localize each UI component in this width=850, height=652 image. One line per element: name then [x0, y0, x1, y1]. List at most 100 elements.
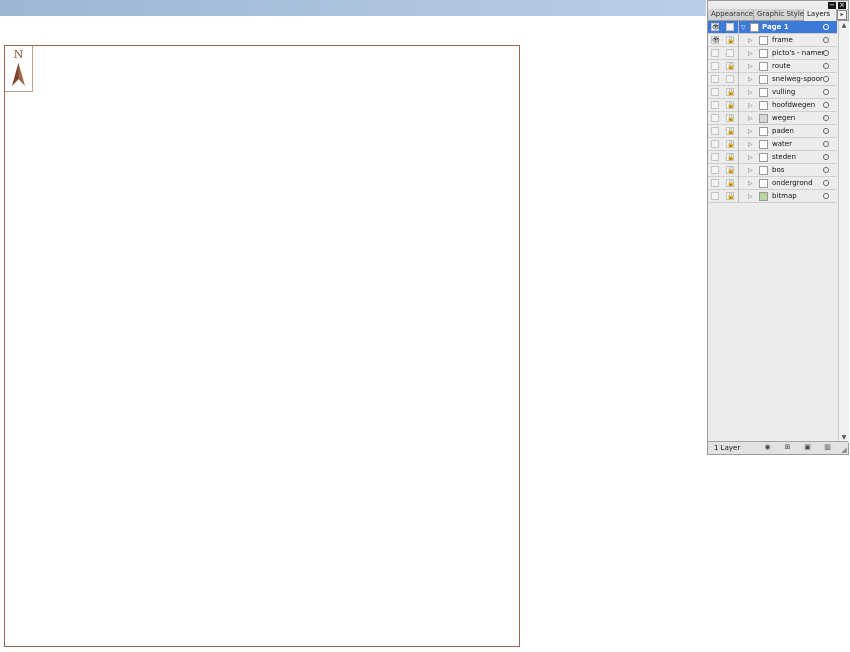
layer-name[interactable]: paden	[772, 125, 794, 138]
resize-grip-icon[interactable]: ◢	[840, 446, 848, 454]
visibility-toggle[interactable]	[711, 166, 719, 174]
target-circle-icon[interactable]	[823, 24, 829, 30]
layer-row-page-1[interactable]: 👁 ▽ Page 1	[708, 21, 837, 34]
lock-icon[interactable]: 🔒	[726, 114, 734, 122]
layer-name[interactable]: wegen	[772, 112, 795, 125]
tab-layers[interactable]: Layers	[804, 9, 837, 21]
layer-name[interactable]: bitmap	[772, 190, 797, 203]
expand-triangle-icon[interactable]: ▷	[748, 50, 753, 57]
new-layer-icon[interactable]: ▣	[804, 444, 811, 451]
layer-row[interactable]: ▷ snelweg-spoor	[708, 73, 837, 86]
lock-icon[interactable]: 🔒	[726, 88, 734, 96]
layer-name[interactable]: steden	[772, 151, 796, 164]
layer-row[interactable]: 🔒 ▷ bos	[708, 164, 837, 177]
lock-toggle[interactable]	[726, 23, 734, 31]
expand-triangle-icon[interactable]: ▷	[748, 115, 753, 122]
visibility-toggle[interactable]	[711, 153, 719, 161]
collapse-triangle-icon[interactable]: ▽	[741, 24, 746, 31]
layer-row[interactable]: 🔒 ▷ steden	[708, 151, 837, 164]
column-divider	[738, 86, 739, 99]
layer-name[interactable]: route	[772, 60, 791, 73]
target-circle-icon[interactable]	[823, 115, 829, 121]
close-button[interactable]: ×	[838, 2, 846, 9]
visibility-toggle[interactable]	[711, 140, 719, 148]
visibility-eye-icon[interactable]: 👁	[711, 23, 720, 31]
layer-row[interactable]: 👁 🔒 ▷ frame	[708, 34, 837, 47]
layer-name[interactable]: bos	[772, 164, 784, 177]
lock-icon[interactable]: 🔒	[726, 192, 734, 200]
expand-triangle-icon[interactable]: ▷	[748, 76, 753, 83]
tab-graphic-styles[interactable]: Graphic Styles	[754, 9, 808, 20]
make-clipping-mask-icon[interactable]: ◉	[764, 444, 771, 451]
visibility-toggle[interactable]	[711, 75, 719, 83]
layer-row[interactable]: 🔒 ▷ ondergrond	[708, 177, 837, 190]
visibility-toggle[interactable]	[711, 62, 719, 70]
expand-triangle-icon[interactable]: ▷	[748, 193, 753, 200]
lock-toggle[interactable]	[726, 49, 734, 57]
target-circle-icon[interactable]	[823, 154, 829, 160]
visibility-toggle[interactable]	[711, 114, 719, 122]
target-circle-icon[interactable]	[823, 63, 829, 69]
expand-triangle-icon[interactable]: ▷	[748, 89, 753, 96]
layer-row[interactable]: 🔒 ▷ wegen	[708, 112, 837, 125]
minimize-button[interactable]: −	[828, 2, 836, 9]
layer-name[interactable]: water	[772, 138, 792, 151]
visibility-toggle[interactable]	[711, 179, 719, 187]
layer-name[interactable]: Page 1	[762, 21, 789, 34]
target-circle-icon[interactable]	[823, 50, 829, 56]
layer-name[interactable]: picto's - namen	[772, 47, 826, 60]
delete-layer-icon[interactable]: ▥	[824, 444, 831, 451]
layer-row[interactable]: 🔒 ▷ route	[708, 60, 837, 73]
lock-icon[interactable]: 🔒	[726, 36, 734, 44]
visibility-toggle[interactable]	[711, 192, 719, 200]
lock-icon[interactable]: 🔒	[726, 140, 734, 148]
layer-row[interactable]: 🔒 ▷ hoofdwegen	[708, 99, 837, 112]
layer-name[interactable]: hoofdwegen	[772, 99, 815, 112]
layer-row[interactable]: 🔒 ▷ vulling	[708, 86, 837, 99]
artboard[interactable]: N	[4, 45, 520, 647]
target-circle-icon[interactable]	[823, 180, 829, 186]
layer-row[interactable]: 🔒 ▷ bitmap	[708, 190, 837, 203]
layer-name[interactable]: vulling	[772, 86, 795, 99]
tab-appearance[interactable]: Appearance	[708, 9, 754, 20]
lock-icon[interactable]: 🔒	[726, 153, 734, 161]
target-circle-icon[interactable]	[823, 89, 829, 95]
lock-icon[interactable]: 🔒	[726, 62, 734, 70]
lock-icon[interactable]: 🔒	[726, 101, 734, 109]
new-sublayer-icon[interactable]: ⊞	[784, 444, 791, 451]
target-circle-icon[interactable]	[823, 128, 829, 134]
layer-row[interactable]: ▷ picto's - namen	[708, 47, 837, 60]
layer-name[interactable]: snelweg-spoor	[772, 73, 823, 86]
lock-icon[interactable]: 🔒	[726, 127, 734, 135]
visibility-toggle[interactable]	[711, 101, 719, 109]
expand-triangle-icon[interactable]: ▷	[748, 37, 753, 44]
lock-toggle[interactable]	[726, 75, 734, 83]
layer-row[interactable]: 🔒 ▷ paden	[708, 125, 837, 138]
visibility-eye-icon[interactable]: 👁	[711, 36, 720, 44]
layers-scrollbar[interactable]: ▲ ▼	[838, 21, 849, 443]
expand-triangle-icon[interactable]: ▷	[748, 128, 753, 135]
target-circle-icon[interactable]	[823, 102, 829, 108]
layer-row[interactable]: 🔒 ▷ water	[708, 138, 837, 151]
target-circle-icon[interactable]	[823, 37, 829, 43]
visibility-toggle[interactable]	[711, 49, 719, 57]
target-circle-icon[interactable]	[823, 141, 829, 147]
scroll-up-arrow-icon[interactable]: ▲	[839, 21, 849, 31]
visibility-toggle[interactable]	[711, 88, 719, 96]
expand-triangle-icon[interactable]: ▷	[748, 141, 753, 148]
target-circle-icon[interactable]	[823, 193, 829, 199]
expand-triangle-icon[interactable]: ▷	[748, 167, 753, 174]
expand-triangle-icon[interactable]: ▷	[748, 180, 753, 187]
expand-triangle-icon[interactable]: ▷	[748, 154, 753, 161]
layer-name[interactable]: frame	[772, 34, 793, 47]
expand-triangle-icon[interactable]: ▷	[748, 102, 753, 109]
target-circle-icon[interactable]	[823, 167, 829, 173]
visibility-toggle[interactable]	[711, 127, 719, 135]
target-circle-icon[interactable]	[823, 76, 829, 82]
layer-thumbnail	[750, 23, 759, 32]
layer-name[interactable]: ondergrond	[772, 177, 813, 190]
lock-icon[interactable]: 🔒	[726, 166, 734, 174]
panel-menu-button[interactable]: ▸	[837, 10, 847, 20]
lock-icon[interactable]: 🔒	[726, 179, 734, 187]
expand-triangle-icon[interactable]: ▷	[748, 63, 753, 70]
